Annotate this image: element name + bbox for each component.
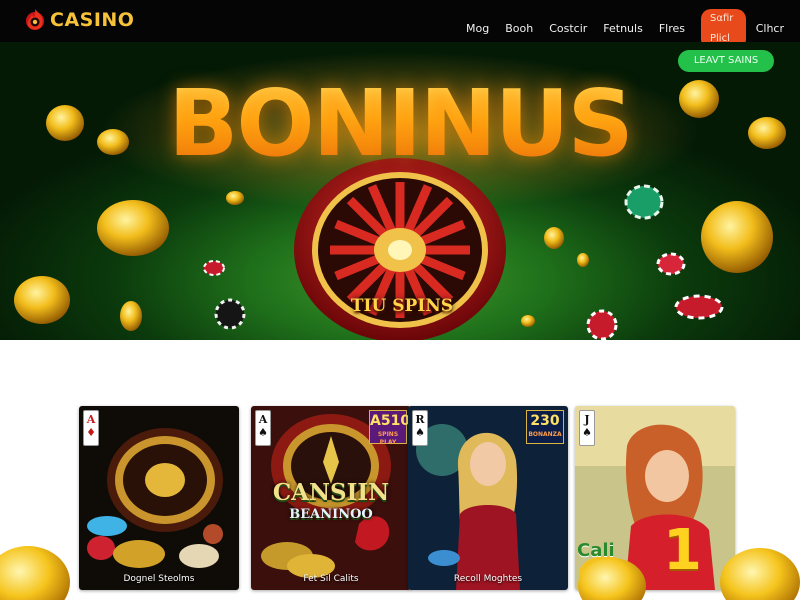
game-card[interactable]: J ♠ Cali 1 <box>575 406 735 590</box>
card-promo-main: CANSIIN <box>272 479 390 506</box>
playing-card-icon: R ♠ <box>412 410 428 446</box>
hero-cta-button[interactable]: LEAVT SAINS <box>678 50 774 72</box>
logo-text: CASINO <box>50 9 135 31</box>
card-badge-sub: BONANZA <box>528 431 562 438</box>
nav-link-booh[interactable]: Booh <box>505 19 533 39</box>
playing-card-rank: R <box>415 413 425 426</box>
flame-chip-icon <box>26 9 44 30</box>
card-title: Fet Sil Calits <box>303 574 359 584</box>
card-promo-text: CANSIIN BEANINOO <box>261 479 401 526</box>
card-badge: 230 BONANZA <box>526 410 564 444</box>
playing-card-icon: A ♠ <box>255 410 271 446</box>
character-game-art <box>575 406 735 590</box>
wheel-label: TIU SPINS <box>350 296 454 316</box>
playing-card-rank: A <box>86 413 96 426</box>
playing-card-rank: J <box>584 413 590 426</box>
card-title: Recoll Moghtes <box>453 574 523 584</box>
nav-link-clhcr[interactable]: Clhcr <box>756 19 784 39</box>
game-card[interactable]: R ♠ 230 BONANZA Recoll Moghtes <box>408 406 568 590</box>
card-badge-value: 230 <box>530 413 560 429</box>
playing-card-icon: A ♦ <box>83 410 99 446</box>
card-badge-sub: SPINS PLAY <box>377 431 399 446</box>
nav-link-flres[interactable]: Flres <box>659 19 685 39</box>
nav-link-mog[interactable]: Mog <box>466 19 489 39</box>
card-badge-value: A510 <box>370 413 411 429</box>
nav-link-costcir[interactable]: Costcir <box>549 19 587 39</box>
card-side-word: Cali <box>577 540 615 561</box>
playing-card-suit: ♠ <box>582 426 592 439</box>
playing-card-rank: A <box>258 413 268 426</box>
playing-card-suit: ♠ <box>258 426 268 439</box>
card-title: Dognel Steolms <box>123 574 195 584</box>
game-card[interactable]: A ♠ A510 SPINS PLAY CANSIIN BEANINOO Fet… <box>251 406 411 590</box>
playing-card-suit: ♦ <box>86 426 96 439</box>
hero-banner: BONINUS LEAVT SAINS TIU SPINS <box>0 42 800 340</box>
top-navigation-bar: CASINO Mog Booh Costcir Fetnuls Flres Sα… <box>0 0 800 49</box>
playing-card-suit: ♠ <box>415 426 425 439</box>
site-logo[interactable]: CASINO <box>22 6 134 34</box>
hero-title: BONINUS <box>0 70 800 177</box>
card-promo-sub: BEANINOO <box>289 507 373 522</box>
card-big-number: 1 <box>663 518 702 583</box>
card-badge: A510 SPINS PLAY <box>369 410 411 446</box>
playing-card-icon: J ♠ <box>579 410 595 446</box>
game-card[interactable]: A ♦ Dognel Steolms <box>79 406 239 590</box>
roulette-game-art <box>79 406 239 590</box>
nav-link-fetnuls[interactable]: Fetnuls <box>603 19 643 39</box>
